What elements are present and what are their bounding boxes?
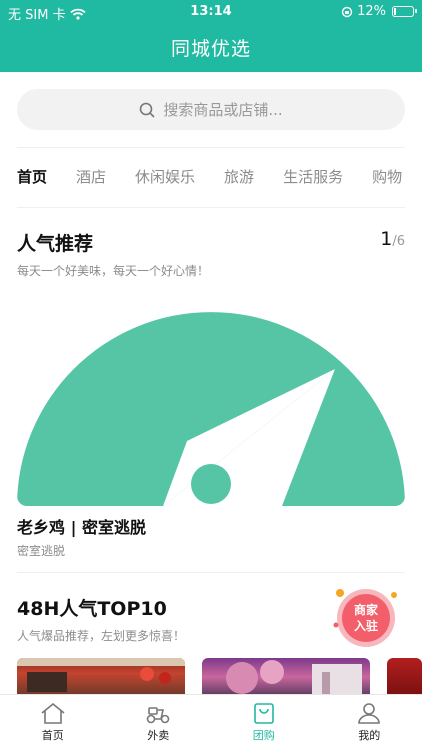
section-title-popular: 人气推荐 — [17, 233, 94, 255]
merchant-badge-icon: 商家 入驻 — [333, 589, 397, 647]
nav-group-buy[interactable]: 团购 — [211, 695, 317, 750]
page-title: 同城优选 — [170, 38, 251, 60]
pager-total: /6 — [392, 234, 405, 249]
nav-label: 我的 — [358, 729, 381, 742]
section-subtitle-popular: 每天一个好美味，每天一个好心情！ — [17, 264, 210, 278]
tab-shopping[interactable]: 购物 — [372, 166, 402, 188]
battery-icon — [392, 6, 417, 17]
recommend-banner[interactable] — [17, 291, 405, 506]
section-title-top10: 48H人气TOP10 — [17, 598, 167, 620]
status-bar: 无 SIM 卡 13:14 12% — [0, 0, 422, 24]
divider — [17, 147, 405, 148]
person-icon — [358, 703, 381, 724]
pager-current: 1 — [380, 228, 393, 250]
nav-takeout[interactable]: 外卖 — [106, 695, 212, 750]
bottom-nav: 首页 外卖 团购 我的 — [0, 694, 422, 750]
search-icon — [140, 102, 155, 118]
top10-photo[interactable] — [202, 658, 370, 696]
divider — [17, 207, 405, 208]
top10-photo[interactable] — [17, 658, 185, 696]
top10-photo[interactable] — [387, 658, 422, 696]
nav-home[interactable]: 首页 — [0, 695, 106, 750]
search-input[interactable]: 搜索商品或店铺... — [17, 89, 405, 130]
app-header: 无 SIM 卡 13:14 12% 同城优选 — [0, 0, 422, 72]
tab-life-services[interactable]: 生活服务 — [283, 166, 343, 188]
badge-line-1: 商家 — [354, 602, 379, 617]
tab-travel[interactable]: 旅游 — [224, 166, 254, 188]
scooter-icon — [146, 707, 170, 724]
nav-label: 首页 — [41, 729, 64, 742]
nav-profile[interactable]: 我的 — [317, 695, 422, 750]
divider — [17, 572, 405, 573]
section-subtitle-top10: 人气爆品推荐，左划更多惊喜！ — [17, 629, 186, 643]
battery-percent: 12% — [357, 4, 386, 19]
merchant-join-button[interactable]: 商家 入驻 — [330, 585, 402, 649]
venue-photo-image — [226, 660, 362, 696]
compass-icon — [17, 312, 405, 506]
category-tabs: 首页 酒店 休闲娱乐 旅游 生活服务 购物 — [17, 166, 422, 188]
recommend-item-title[interactable]: 老乡鸡 | 密室逃脱 — [17, 514, 146, 538]
tab-hotel[interactable]: 酒店 — [76, 166, 106, 188]
shopping-bag-icon — [253, 703, 274, 724]
nav-label: 团购 — [252, 729, 275, 742]
tab-home[interactable]: 首页 — [17, 166, 47, 188]
restaurant-photo-image — [17, 658, 185, 692]
tab-entertainment[interactable]: 休闲娱乐 — [135, 166, 195, 188]
rotation-lock-icon — [341, 6, 353, 17]
nav-label: 外卖 — [147, 729, 170, 742]
home-icon — [41, 702, 65, 724]
search-placeholder: 搜索商品或店铺... — [163, 101, 283, 119]
carousel-pager: 1/6 — [380, 228, 405, 250]
badge-line-2: 入驻 — [354, 618, 378, 633]
recommend-item-category: 密室逃脱 — [17, 544, 66, 558]
